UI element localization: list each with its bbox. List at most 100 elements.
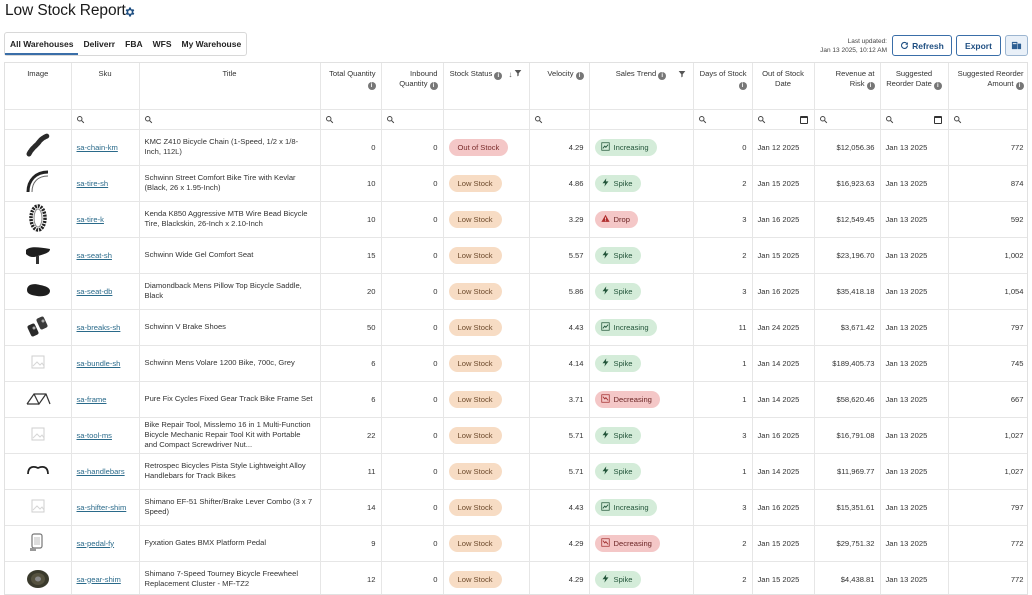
info-icon[interactable]: i	[738, 82, 747, 90]
column-header-suggested-reorder-date[interactable]: Suggested Reorder Date i	[880, 63, 949, 110]
title-cell: Schwinn V Brake Shoes	[139, 309, 321, 346]
info-icon[interactable]: i	[575, 72, 584, 80]
suggested-reorder-date-cell: Jan 13 2025	[880, 381, 949, 418]
title-cell: Pure Fix Cycles Fixed Gear Track Bike Fr…	[139, 381, 321, 418]
column-header-inbound-quantity[interactable]: Inbound Quantity i	[381, 63, 444, 110]
table-row[interactable]: sa-tire-sh Schwinn Street Comfort Bike Ti…	[5, 165, 1027, 202]
filter-icon[interactable]	[678, 70, 686, 78]
sku-link[interactable]: sa-tire-sh	[77, 179, 109, 188]
table-row[interactable]: sa-tire-k Kenda K850 Aggressive MTB Wire …	[5, 201, 1027, 238]
sku-link[interactable]: sa-handlebars	[77, 467, 125, 476]
table-row[interactable]: sa-seat-db Diamondback Mens Pillow Top Bi…	[5, 273, 1027, 310]
table-row[interactable]: sa-frame Pure Fix Cycles Fixed Gear Track…	[5, 381, 1027, 418]
column-settings-button[interactable]	[1005, 35, 1028, 56]
product-image[interactable]	[5, 129, 72, 166]
title-filter[interactable]	[139, 109, 321, 130]
sku-link[interactable]: sa-seat-db	[77, 287, 113, 296]
column-header-revenue-at-risk[interactable]: Revenue at Risk i	[814, 63, 881, 110]
column-header-image[interactable]: Image	[5, 63, 72, 110]
table-row[interactable]: sa-chain-km KMC Z410 Bicycle Chain (1-Spe…	[5, 129, 1027, 166]
sku-link[interactable]: sa-seat-sh	[77, 251, 112, 260]
tab-fba[interactable]: FBA	[120, 33, 147, 55]
inbound-quantity-cell: 0	[381, 129, 444, 166]
column-header-days-of-stock[interactable]: Days of Stocki	[693, 63, 753, 110]
days-of-stock-filter[interactable]	[693, 109, 753, 130]
tab-all-warehouses[interactable]: All Warehouses	[5, 33, 79, 55]
total-quantity-filter[interactable]	[320, 109, 382, 130]
suggested-reorder-amount-cell: 1,027	[948, 417, 1027, 454]
column-header-sku[interactable]: Sku	[71, 63, 140, 110]
info-icon[interactable]: i	[866, 82, 875, 90]
info-icon[interactable]: i	[367, 82, 376, 90]
sales-trend-badge: Increasing	[594, 498, 657, 516]
sku-link[interactable]: sa-gear-shim	[77, 575, 121, 584]
product-image[interactable]	[5, 561, 72, 594]
column-header-stock-status[interactable]: Stock Status i ↓	[443, 63, 530, 110]
suggested-reorder-amount-cell: 797	[948, 309, 1027, 346]
calendar-icon[interactable]	[799, 115, 808, 124]
sku-link[interactable]: sa-chain-km	[77, 143, 118, 152]
product-image[interactable]	[5, 453, 72, 490]
column-header-title[interactable]: Title	[139, 63, 321, 110]
info-icon[interactable]: i	[494, 72, 503, 80]
stock-status-cell: Low Stock	[443, 237, 530, 274]
column-header-total-quantity[interactable]: Total Quantityi	[320, 63, 382, 110]
tab-my-warehouse[interactable]: My Warehouse	[177, 33, 247, 55]
trend-spike-icon	[601, 285, 610, 297]
velocity-filter[interactable]	[529, 109, 590, 130]
product-image[interactable]	[5, 525, 72, 562]
table-row[interactable]: sa-seat-sh Schwinn Wide Gel Comfort Seat 1…	[5, 237, 1027, 274]
product-image[interactable]	[5, 417, 72, 454]
table-row[interactable]: sa-handlebars Retrospec Bicycles Pista St…	[5, 453, 1027, 490]
out-of-stock-date-cell: Jan 15 2025	[752, 237, 815, 274]
refresh-button[interactable]: Refresh	[892, 35, 952, 56]
page-title: Low Stock Report	[5, 2, 126, 19]
calendar-icon[interactable]	[933, 115, 942, 124]
export-button[interactable]: Export	[956, 35, 1001, 56]
table-row[interactable]: sa-breaks-sh Schwinn V Brake Shoes 50 0 Low …	[5, 309, 1027, 346]
table-row[interactable]: sa-tool-ms Bike Repair Tool, Misslemo 16 …	[5, 417, 1027, 454]
column-header-velocity[interactable]: Velocity i	[529, 63, 590, 110]
sort-down-icon[interactable]: ↓	[508, 70, 512, 80]
product-image[interactable]	[5, 165, 72, 202]
sku-link[interactable]: sa-tool-ms	[77, 431, 112, 440]
suggested-reorder-date-cell: Jan 13 2025	[880, 345, 949, 382]
info-icon[interactable]: i	[658, 72, 667, 80]
gear-icon[interactable]	[124, 6, 136, 18]
table-row[interactable]: sa-gear-shim Shimano 7-Speed Tourney Bicy…	[5, 561, 1027, 594]
sku-link[interactable]: sa-shifter-shim	[77, 503, 127, 512]
suggested-reorder-date-cell: Jan 13 2025	[880, 129, 949, 166]
sku-link[interactable]: sa-breaks-sh	[77, 323, 121, 332]
product-image[interactable]	[5, 201, 72, 238]
product-image[interactable]	[5, 309, 72, 346]
info-icon[interactable]: i	[1015, 82, 1024, 90]
table-row[interactable]: sa-pedal-fy Fyxation Gates BMX Platform P…	[5, 525, 1027, 562]
column-header-sales-trend[interactable]: Sales Trend i	[589, 63, 694, 110]
filter-icon[interactable]	[514, 69, 522, 77]
sku-filter[interactable]	[71, 109, 140, 130]
product-image[interactable]	[5, 489, 72, 526]
inbound-quantity-filter[interactable]	[381, 109, 444, 130]
suggested-reorder-date-filter[interactable]	[880, 109, 949, 130]
sku-link[interactable]: sa-frame	[77, 395, 107, 404]
product-image[interactable]	[5, 237, 72, 274]
sku-link[interactable]: sa-tire-k	[77, 215, 104, 224]
out-of-stock-date-filter[interactable]	[752, 109, 815, 130]
info-icon[interactable]: i	[933, 82, 942, 90]
tab-wfs[interactable]: WFS	[148, 33, 177, 55]
sku-link[interactable]: sa-pedal-fy	[77, 539, 115, 548]
table-row[interactable]: sa-shifter-shim Shimano EF-51 Shifter/Bra…	[5, 489, 1027, 526]
tab-deliverr[interactable]: Deliverr	[78, 33, 120, 55]
title-cell: Diamondback Mens Pillow Top Bicycle Sadd…	[139, 273, 321, 310]
stock-status-badge: Low Stock	[448, 354, 502, 372]
sku-link[interactable]: sa-bundle-sh	[77, 359, 121, 368]
product-image[interactable]	[5, 381, 72, 418]
product-image[interactable]	[5, 273, 72, 310]
table-row[interactable]: sa-bundle-sh Schwinn Mens Volare 1200 Bik…	[5, 345, 1027, 382]
suggested-reorder-amount-filter[interactable]	[948, 109, 1027, 130]
revenue-at-risk-filter[interactable]	[814, 109, 881, 130]
product-image[interactable]	[5, 345, 72, 382]
column-header-out-of-stock-date[interactable]: Out of Stock Date	[752, 63, 815, 110]
column-header-suggested-reorder-amount[interactable]: Suggested Reorder Amount i	[948, 63, 1027, 110]
info-icon[interactable]: i	[429, 82, 438, 90]
